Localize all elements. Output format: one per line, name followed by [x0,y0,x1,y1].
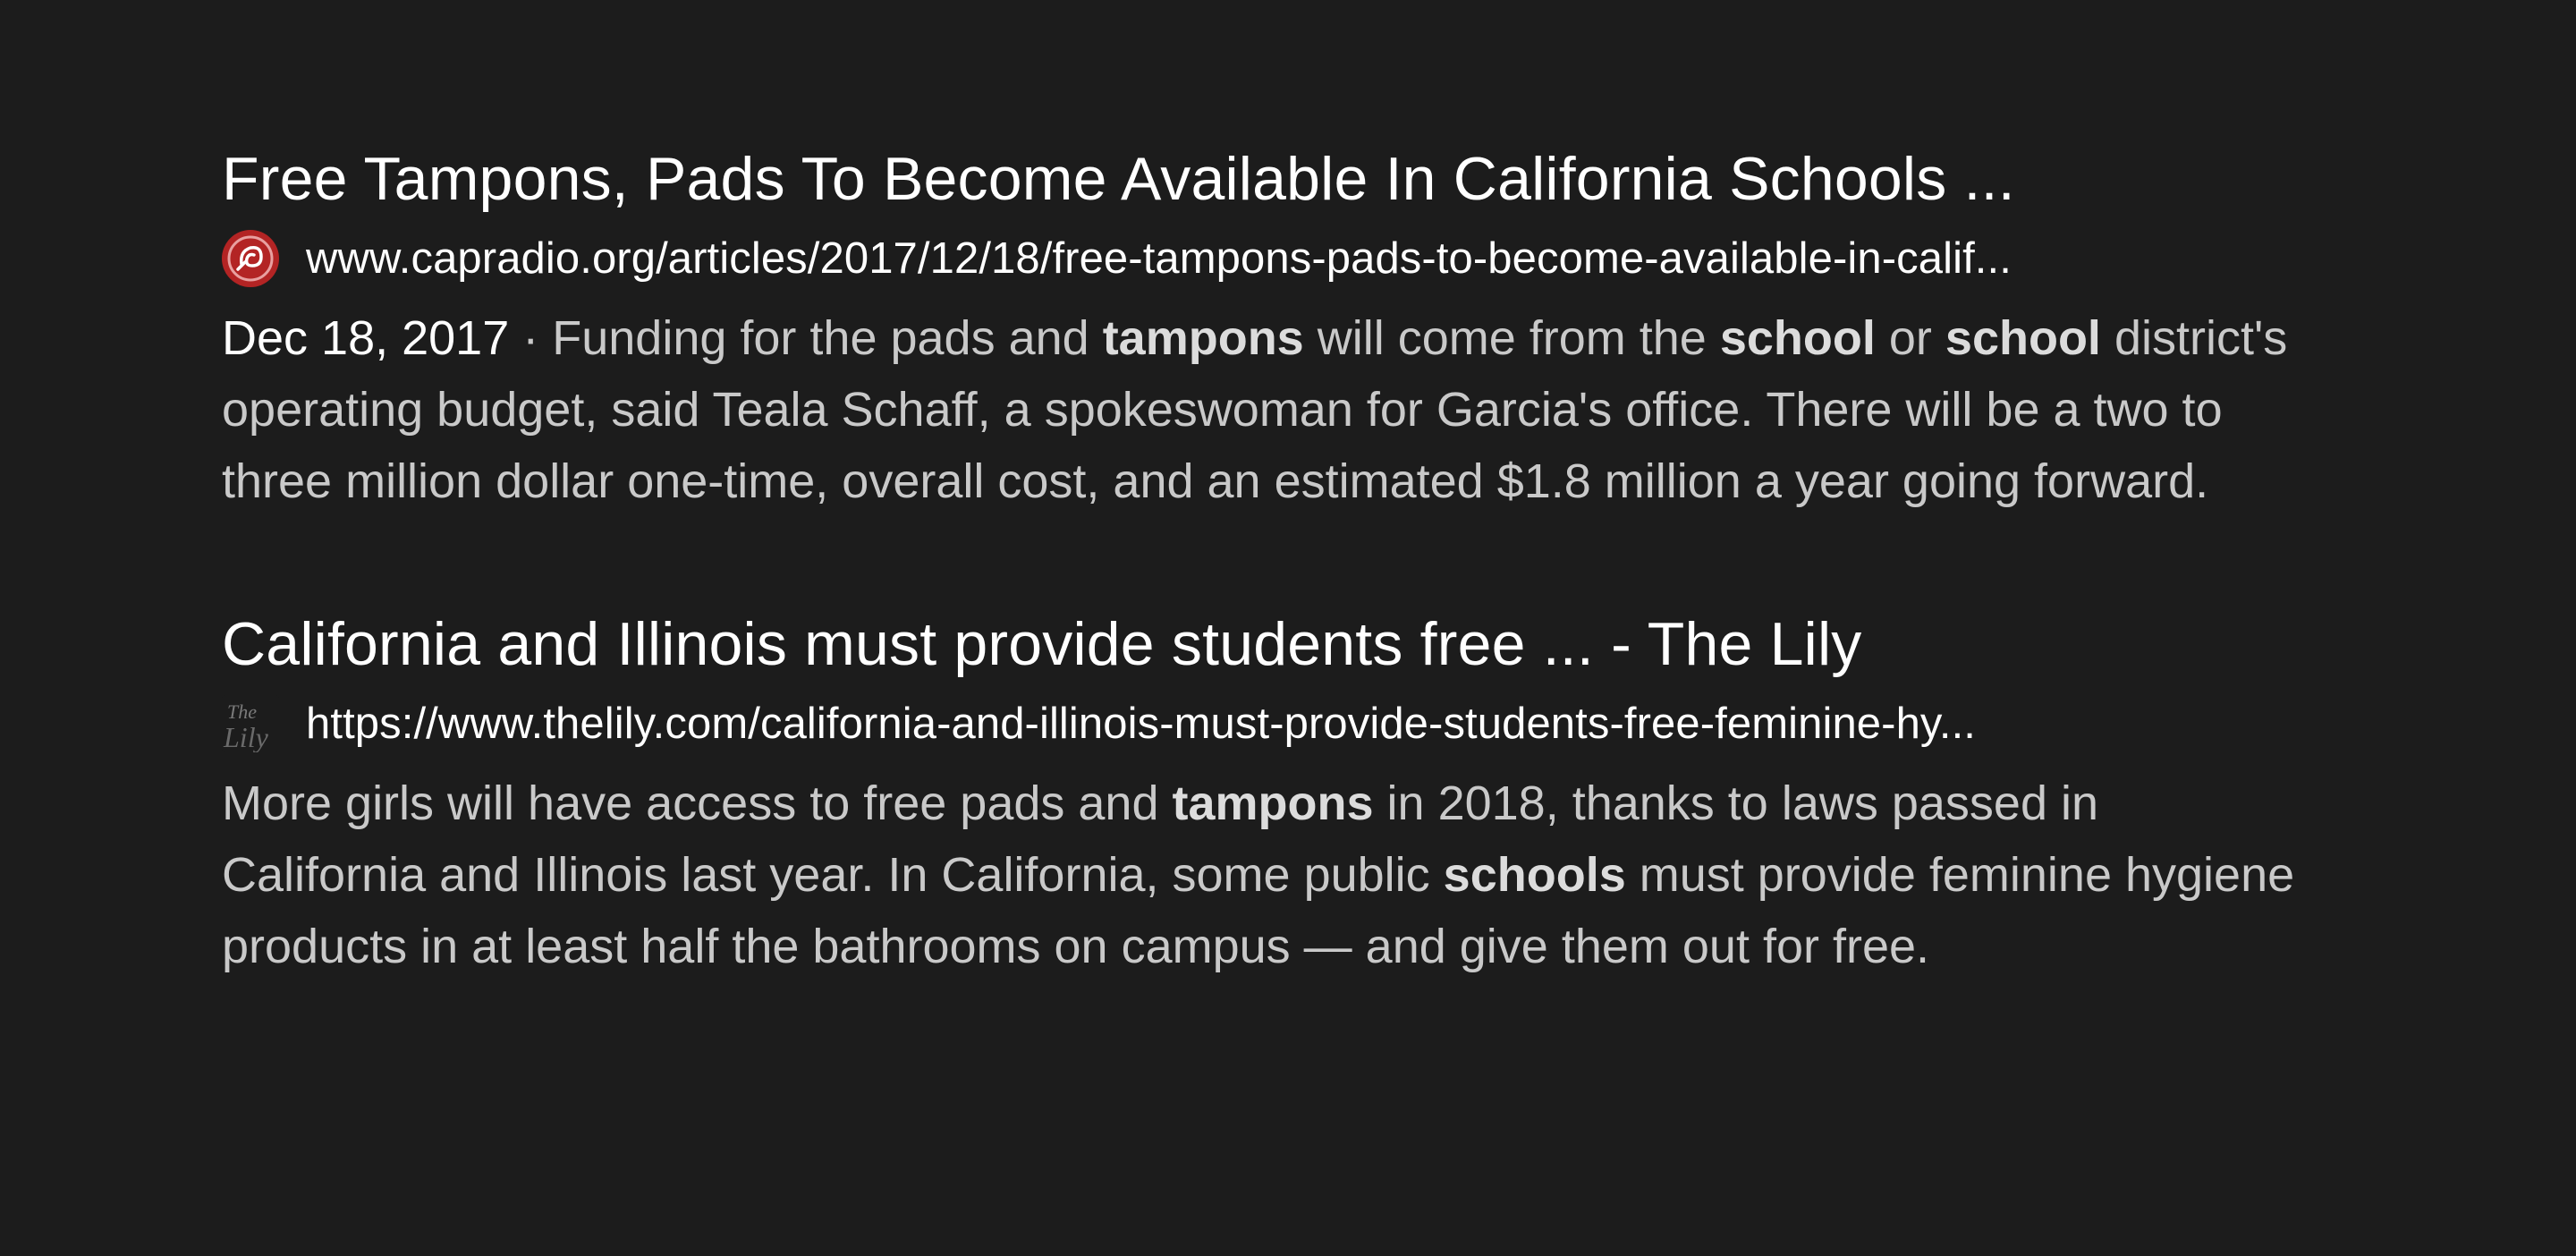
capradio-logo-icon [222,230,279,287]
svg-text:Lily: Lily [223,721,269,752]
the-lily-logo-icon: The Lily [222,695,279,752]
snippet-highlight: tampons [1102,311,1304,365]
result-title-link[interactable]: Free Tampons, Pads To Become Available I… [222,134,2368,224]
snippet-highlight: tampons [1172,777,1374,830]
snippet-highlight: school [1719,311,1876,365]
result-snippet: More girls will have access to free pads… [222,768,2306,982]
snippet-text: or [1875,311,1945,365]
snippet-highlight: school [1945,311,2101,365]
snippet-text: More girls will have access to free pads… [222,777,1173,830]
result-snippet: Dec 18, 2017 · Funding for the pads and … [222,302,2306,517]
search-results: Free Tampons, Pads To Become Available I… [222,134,2368,982]
search-result: Free Tampons, Pads To Become Available I… [222,134,2368,517]
date-separator: · [522,311,539,365]
result-url[interactable]: https://www.thelily.com/california-and-i… [306,699,1976,749]
result-url-row: The Lily https://www.thelily.com/califor… [222,689,2368,759]
result-url[interactable]: www.capradio.org/articles/2017/12/18/fre… [306,233,2012,284]
result-title-link[interactable]: California and Illinois must provide stu… [222,599,2368,689]
svg-text:The: The [227,700,257,723]
result-date: Dec 18, 2017 [222,311,510,365]
snippet-text: Funding for the pads and [538,311,1103,365]
snippet-text: will come from the [1303,311,1720,365]
snippet-highlight: schools [1443,848,1626,902]
result-url-row: www.capradio.org/articles/2017/12/18/fre… [222,224,2368,293]
search-result: California and Illinois must provide stu… [222,599,2368,982]
